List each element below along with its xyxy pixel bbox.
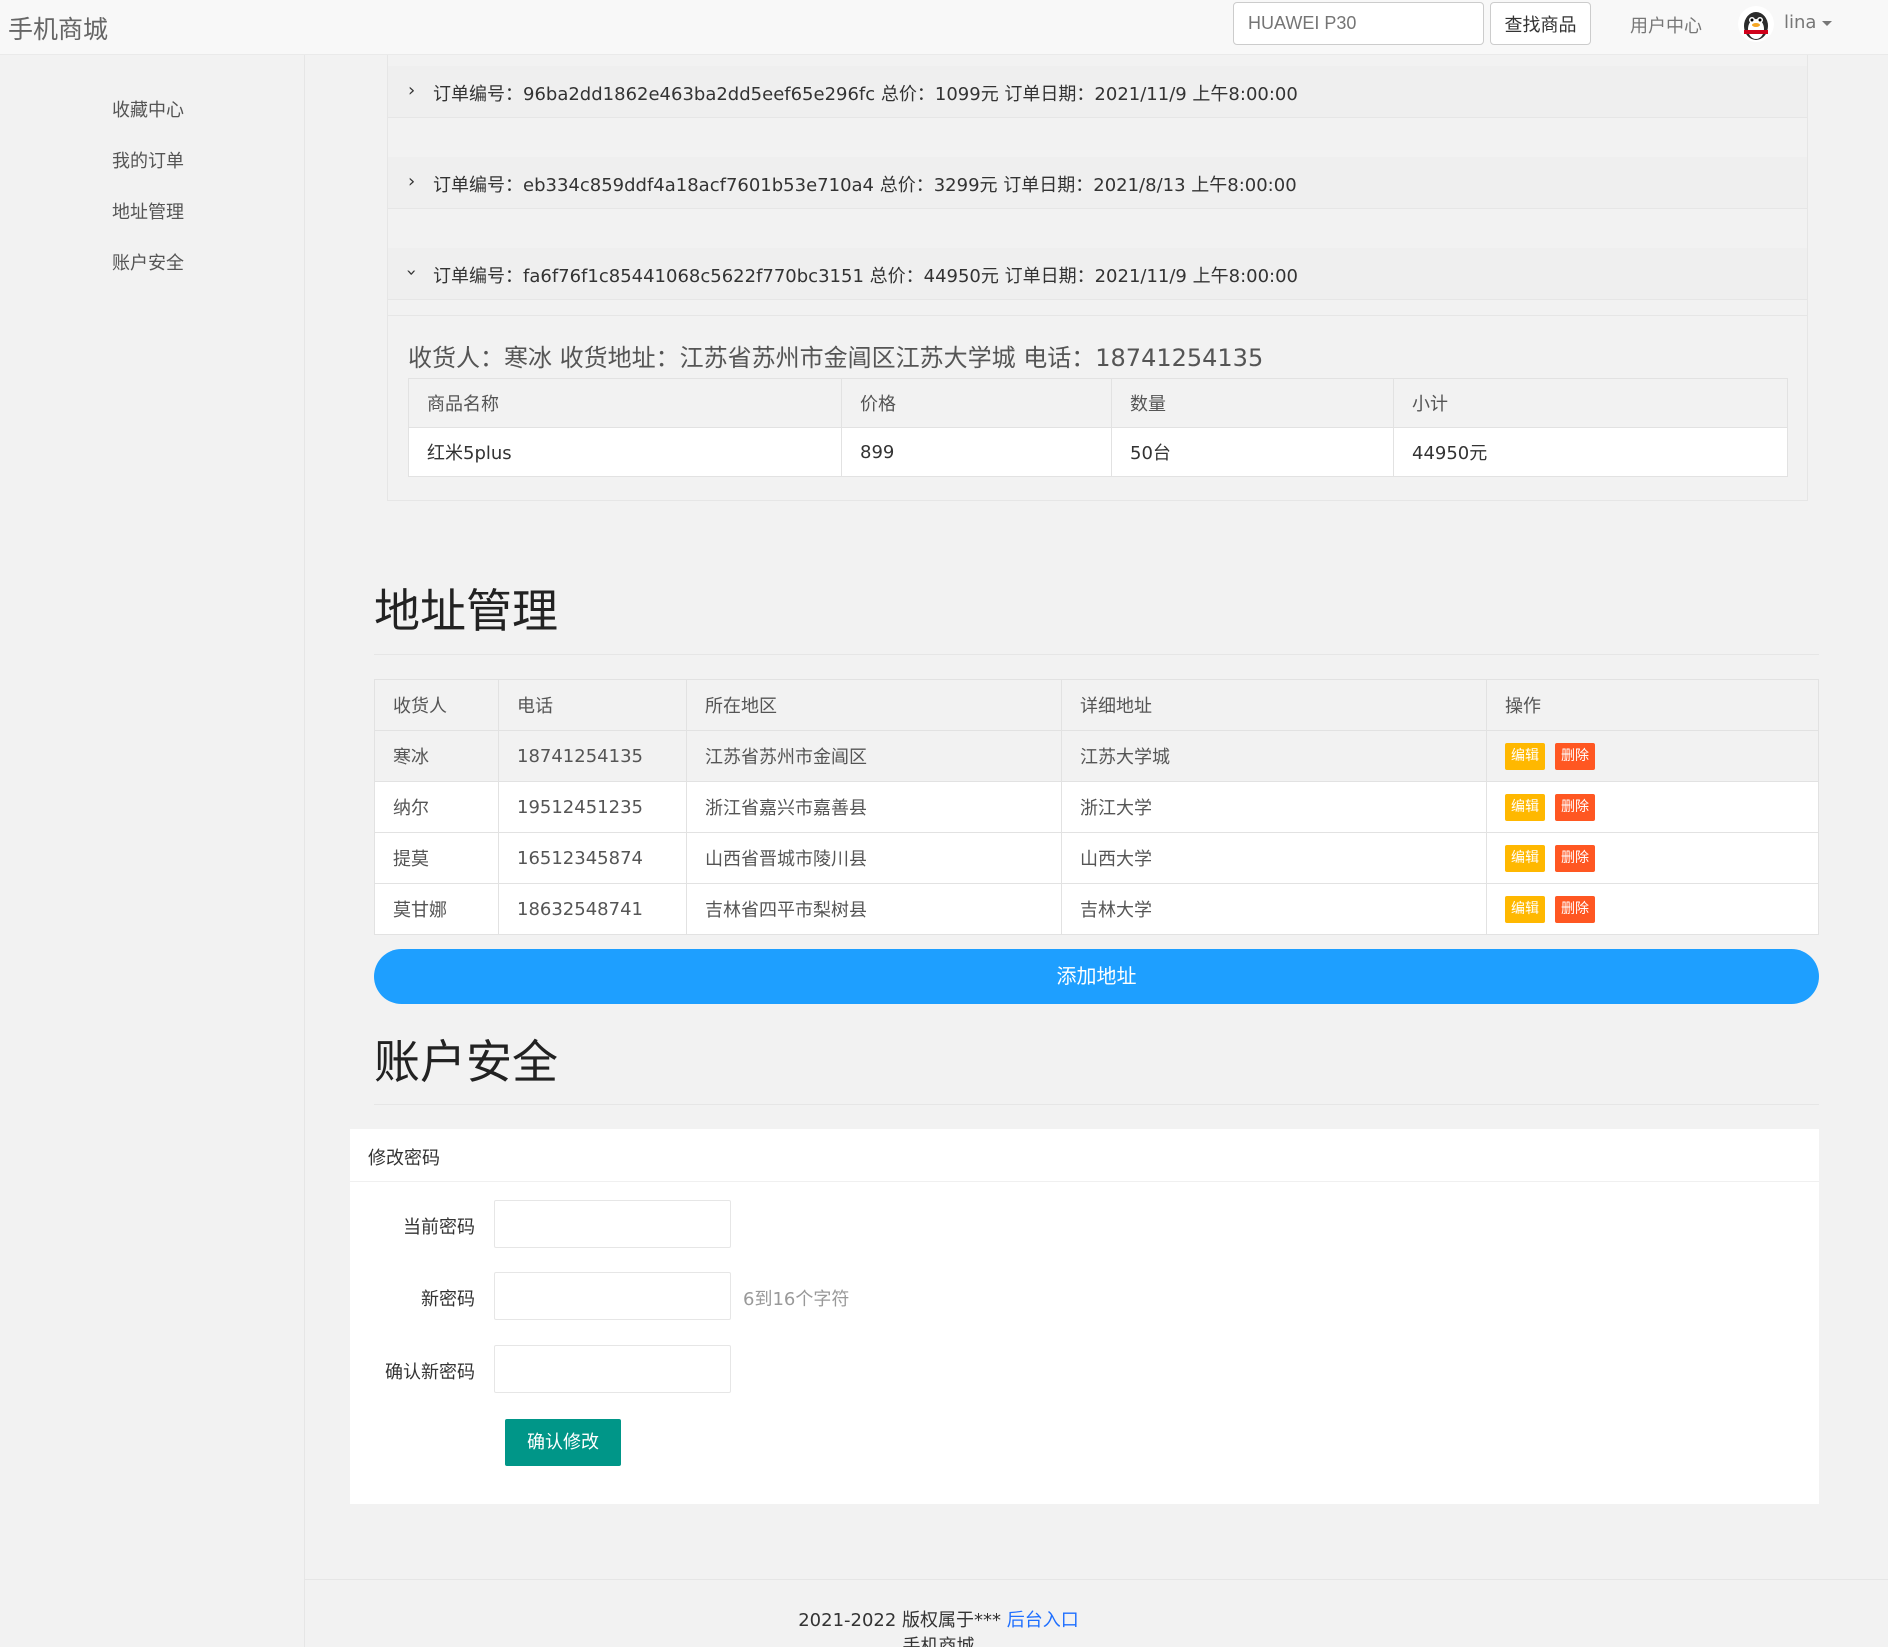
- table-row: 红米5plus 899 50台 44950元: [408, 427, 1788, 477]
- product-subtotal: 44950元: [1393, 427, 1788, 477]
- column-header: 小计: [1393, 378, 1788, 428]
- edit-button[interactable]: 编辑: [1505, 844, 1545, 872]
- order-header-expanded[interactable]: › 订单编号：fa6f76f1c85441068c5622f770bc3151 …: [388, 248, 1807, 300]
- new-password-hint: 6到16个字符: [743, 1289, 850, 1310]
- change-password-card: 修改密码 当前密码 新密码 6到16个字符 确认新密码 确认修改: [350, 1129, 1819, 1504]
- footer-divider: [305, 1579, 1888, 1580]
- order-header[interactable]: › 订单编号：96ba2dd1862e463ba2dd5eef65e296fc …: [388, 66, 1807, 118]
- delete-button[interactable]: 删除: [1555, 895, 1595, 923]
- confirm-change-button[interactable]: 确认修改: [505, 1419, 621, 1466]
- divider: [374, 1104, 1819, 1105]
- order-detail-panel: 收货人：寒冰 收货地址：江苏省苏州市金阊区江苏大学城 电话：1874125413…: [388, 315, 1807, 500]
- search-input[interactable]: [1233, 2, 1484, 45]
- row-actions: 编辑 删除: [1486, 781, 1819, 833]
- edit-button[interactable]: 编辑: [1505, 895, 1545, 923]
- receiver-detail: 浙江大学: [1061, 781, 1487, 833]
- penguin-avatar-icon[interactable]: [1738, 6, 1774, 42]
- receiver-phone: 18632548741: [498, 883, 687, 935]
- column-header: 商品名称: [408, 378, 842, 428]
- footer-copyright: 2021-2022 版权属于*** 后台入口: [305, 1606, 1572, 1632]
- admin-entry-link[interactable]: 后台入口: [1007, 1610, 1079, 1631]
- address-table: 收货人 电话 所在地区 详细地址 操作 寒冰 18741254135 江苏省苏州…: [374, 679, 1819, 935]
- order-summary: 订单编号：eb334c859ddf4a18acf7601b53e710a4 总价…: [433, 175, 1297, 196]
- receiver-phone: 16512345874: [498, 832, 687, 884]
- divider: [374, 654, 1819, 655]
- sidebar-item-orders[interactable]: 我的订单: [112, 147, 184, 173]
- column-header: 电话: [498, 679, 687, 731]
- receiver-name: 莫甘娜: [374, 883, 499, 935]
- new-password-input[interactable]: [494, 1272, 731, 1320]
- sidebar-item-favorites[interactable]: 收藏中心: [112, 96, 184, 122]
- confirm-password-label: 确认新密码: [385, 1362, 475, 1383]
- column-header: 操作: [1486, 679, 1819, 731]
- table-row: 莫甘娜 18632548741 吉林省四平市梨树县 吉林大学 编辑 删除: [374, 883, 1819, 935]
- address-section-title: 地址管理: [374, 584, 558, 638]
- receiver-detail: 山西大学: [1061, 832, 1487, 884]
- search-button[interactable]: 查找商品: [1490, 2, 1591, 45]
- footer-site-name: 手机商城: [902, 1636, 975, 1647]
- table-row: 提莫 16512345874 山西省晋城市陵川县 山西大学 编辑 删除: [374, 832, 1819, 884]
- caret-down-icon: [1822, 20, 1833, 26]
- receiver-region: 山西省晋城市陵川县: [686, 832, 1062, 884]
- security-section-title: 账户安全: [374, 1035, 558, 1089]
- product-quantity: 50台: [1111, 427, 1394, 477]
- sidebar-item-address[interactable]: 地址管理: [112, 198, 184, 224]
- receiver-name: 寒冰: [374, 730, 499, 782]
- column-header: 价格: [841, 378, 1112, 428]
- chevron-right-icon: ›: [408, 80, 416, 101]
- user-menu-dropdown[interactable]: lina: [1784, 12, 1833, 33]
- order-summary: 订单编号：96ba2dd1862e463ba2dd5eef65e296fc 总价…: [433, 84, 1298, 105]
- table-row: 寒冰 18741254135 江苏省苏州市金阊区 江苏大学城 编辑 删除: [374, 730, 1819, 782]
- card-title: 修改密码: [368, 1148, 440, 1169]
- order-summary: 订单编号：fa6f76f1c85441068c5622f770bc3151 总价…: [433, 266, 1299, 287]
- row-actions: 编辑 删除: [1486, 832, 1819, 884]
- brand-logo[interactable]: 手机商城: [8, 10, 108, 46]
- chevron-down-icon: ›: [401, 268, 423, 277]
- delete-button[interactable]: 删除: [1555, 793, 1595, 821]
- receiver-region: 吉林省四平市梨树县: [686, 883, 1062, 935]
- delete-button[interactable]: 删除: [1555, 742, 1595, 770]
- column-header: 所在地区: [686, 679, 1062, 731]
- user-center-link[interactable]: 用户中心: [1630, 12, 1702, 38]
- receiver-info: 收货人：寒冰 收货地址：江苏省苏州市金阊区江苏大学城 电话：1874125413…: [408, 344, 1264, 372]
- add-address-button[interactable]: 添加地址: [374, 949, 1819, 1004]
- card-header: 修改密码: [350, 1129, 1819, 1182]
- copyright-text: 2021-2022 版权属于***: [798, 1610, 1007, 1631]
- new-password-label: 新密码: [421, 1289, 475, 1310]
- product-name: 红米5plus: [408, 427, 842, 477]
- row-actions: 编辑 删除: [1486, 730, 1819, 782]
- row-actions: 编辑 删除: [1486, 883, 1819, 935]
- receiver-detail: 江苏大学城: [1061, 730, 1487, 782]
- top-navbar: 手机商城 查找商品 用户中心 lina: [0, 0, 1888, 55]
- delete-button[interactable]: 删除: [1555, 844, 1595, 872]
- confirm-password-input[interactable]: [494, 1345, 731, 1393]
- receiver-region: 江苏省苏州市金阊区: [686, 730, 1062, 782]
- column-header: 详细地址: [1061, 679, 1487, 731]
- receiver-name: 纳尔: [374, 781, 499, 833]
- receiver-region: 浙江省嘉兴市嘉善县: [686, 781, 1062, 833]
- sidebar-item-security[interactable]: 账户安全: [112, 249, 184, 275]
- order-header[interactable]: › 订单编号：eb334c859ddf4a18acf7601b53e710a4 …: [388, 157, 1807, 209]
- receiver-name: 提莫: [374, 832, 499, 884]
- order-items-table: 商品名称 价格 数量 小计 红米5plus 899 50台 44950元: [408, 378, 1788, 477]
- current-password-label: 当前密码: [403, 1217, 475, 1238]
- receiver-phone: 19512451235: [498, 781, 687, 833]
- sidebar: 收藏中心 我的订单 地址管理 账户安全: [0, 55, 305, 1647]
- receiver-phone: 18741254135: [498, 730, 687, 782]
- orders-accordion: › 订单编号：96ba2dd1862e463ba2dd5eef65e296fc …: [387, 55, 1808, 501]
- table-row: 纳尔 19512451235 浙江省嘉兴市嘉善县 浙江大学 编辑 删除: [374, 781, 1819, 833]
- edit-button[interactable]: 编辑: [1505, 793, 1545, 821]
- current-password-input[interactable]: [494, 1200, 731, 1248]
- username-label: lina: [1784, 12, 1817, 33]
- column-header: 数量: [1111, 378, 1394, 428]
- receiver-detail: 吉林大学: [1061, 883, 1487, 935]
- product-price: 899: [841, 427, 1112, 477]
- chevron-right-icon: ›: [408, 171, 416, 192]
- column-header: 收货人: [374, 679, 499, 731]
- edit-button[interactable]: 编辑: [1505, 742, 1545, 770]
